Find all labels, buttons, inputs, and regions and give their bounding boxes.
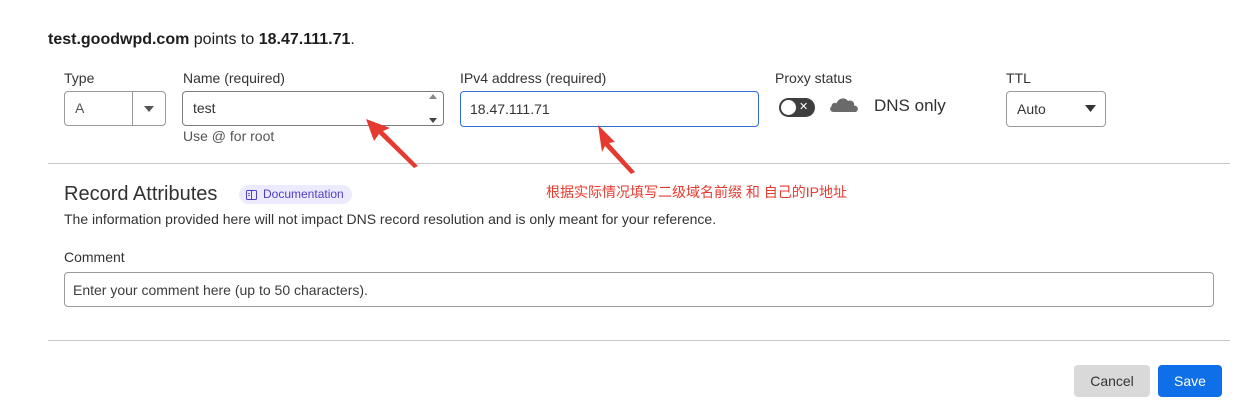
ttl-value: Auto (1017, 101, 1046, 117)
comment-label: Comment (64, 249, 125, 265)
name-label: Name (required) (183, 70, 285, 86)
summary-ip: 18.47.111.71 (258, 31, 351, 48)
documentation-label: Documentation (263, 187, 344, 201)
annotation-text: 根据实际情况填写二级域名前缀 和 自己的IP地址 (546, 184, 848, 200)
arrow-to-name-input (366, 119, 418, 168)
ipv4-label: IPv4 address (required) (460, 70, 607, 86)
proxy-status-text: DNS only (874, 96, 946, 115)
divider (48, 163, 1230, 164)
cloud-icon (828, 94, 860, 119)
summary-connector: points to (189, 31, 259, 48)
proxy-toggle[interactable]: ✕ (779, 98, 815, 117)
record-summary: test.goodwpd.com points to 18.47.111.71. (48, 31, 355, 49)
type-label: Type (64, 70, 95, 86)
book-icon (246, 189, 257, 200)
attributes-description: The information provided here will not i… (64, 211, 717, 227)
divider (48, 340, 1230, 341)
arrow-to-ipv4-input (598, 125, 635, 174)
ttl-label: TTL (1006, 70, 1031, 86)
spinner-arrows-icon[interactable] (426, 94, 440, 123)
type-value: A (65, 92, 133, 125)
ttl-select[interactable]: Auto (1006, 91, 1106, 127)
summary-end: . (350, 31, 355, 48)
type-select[interactable]: A (64, 91, 166, 126)
ipv4-value: 18.47.111.71 (470, 101, 550, 117)
x-icon: ✕ (799, 101, 809, 113)
name-value: test (193, 100, 216, 116)
toggle-knob (781, 100, 796, 115)
section-title: Record Attributes (64, 183, 218, 205)
documentation-link[interactable]: Documentation (239, 185, 352, 204)
name-input[interactable]: test (182, 91, 444, 126)
save-button[interactable]: Save (1158, 365, 1222, 397)
summary-domain: test.goodwpd.com (48, 31, 190, 48)
caret-down-icon (1085, 105, 1096, 112)
ipv4-input[interactable]: 18.47.111.71 (460, 91, 759, 127)
cancel-button[interactable]: Cancel (1074, 365, 1150, 397)
comment-field[interactable] (64, 272, 1214, 307)
comment-input[interactable] (65, 273, 1213, 306)
name-hint: Use @ for root (183, 128, 275, 144)
proxy-label: Proxy status (775, 70, 853, 86)
caret-down-icon[interactable] (133, 92, 165, 125)
